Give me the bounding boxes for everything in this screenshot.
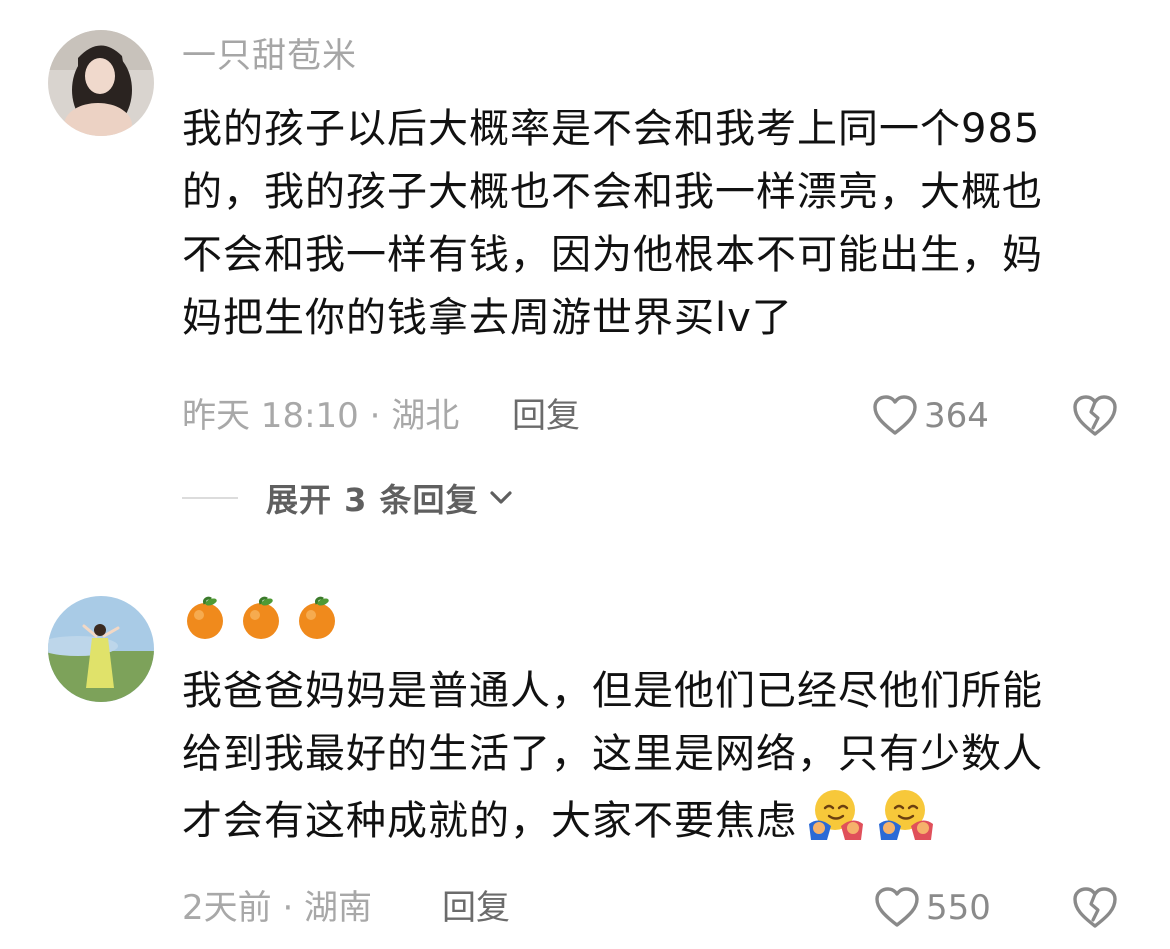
orange-emoji [187,596,223,639]
like-button[interactable]: 550 [874,886,991,930]
comment-line: 给到我最好的生活了，这里是网络，只有少数人 [182,731,1043,777]
username-emoji[interactable] [184,596,338,640]
comment-line-text: 才会有这种成就的，大家不要焦虑 [182,798,797,844]
reply-button[interactable]: 回复 [442,886,510,930]
hug-emoji [879,790,933,840]
hug-emoji [809,790,863,840]
comment-text: 我爸爸妈妈是普通人，但是他们已经尽他们所能 给到我最好的生活了，这里是网络，只有… [182,660,1122,853]
heart-icon [875,887,919,927]
dislike-icon[interactable] [1072,886,1118,930]
comment-meta: 2天前 · 湖南 回复 550 [182,886,1142,930]
comment-line: 我爸爸妈妈是普通人，但是他们已经尽他们所能 [182,668,1043,714]
orange-emoji [299,596,335,639]
comment-2: 我爸爸妈妈是普通人，但是他们已经尽他们所能 给到我最好的生活了，这里是网络，只有… [0,0,1170,949]
time-location: 2天前 · 湖南 [182,888,373,928]
comment-line: 才会有这种成就的，大家不要焦虑 [182,786,1122,853]
avatar[interactable] [48,596,154,702]
like-count: 550 [926,888,991,928]
orange-emoji [243,596,279,639]
